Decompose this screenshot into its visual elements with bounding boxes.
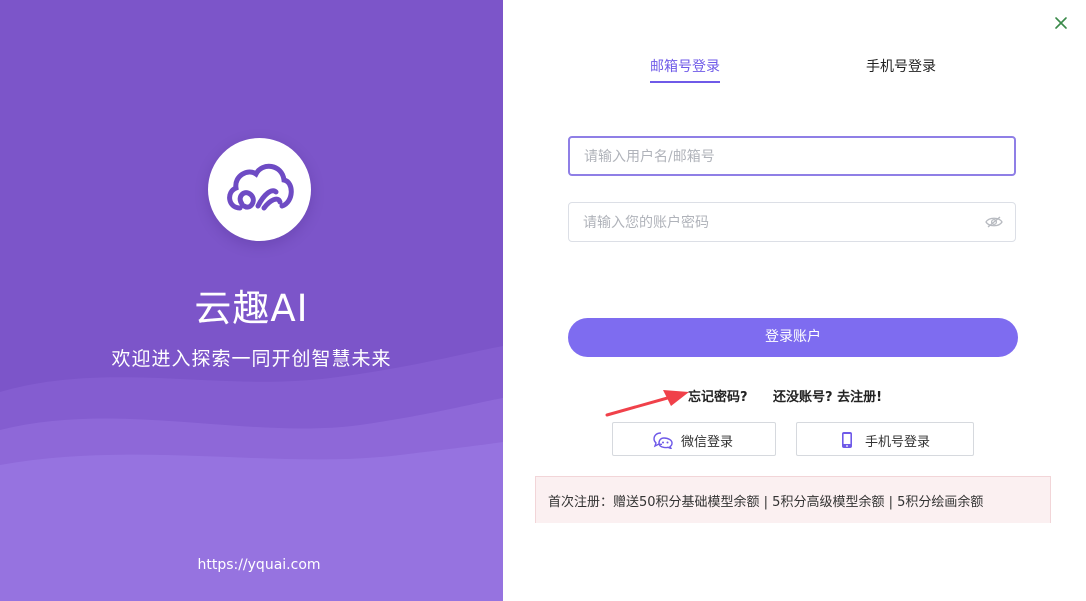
logo xyxy=(208,138,311,241)
eye-icon[interactable] xyxy=(985,215,1003,229)
app-name: 云趣AI xyxy=(194,287,309,330)
site-url[interactable]: https://yquai.com xyxy=(0,557,503,573)
phone-login-label: 手机号登录 xyxy=(865,435,931,450)
tab-email-login[interactable]: 邮箱号登录 xyxy=(650,56,720,76)
username-field[interactable] xyxy=(568,136,1016,176)
wechat-login-button[interactable]: 微信登录 xyxy=(612,422,776,456)
password-input[interactable] xyxy=(581,203,985,243)
brand-panel: 云趣AI 欢迎进入探索一同开创智慧未来 https://yquai.com xyxy=(0,0,503,601)
phone-icon xyxy=(842,432,852,448)
password-field[interactable] xyxy=(568,202,1016,243)
arrow-annotation xyxy=(605,390,689,417)
register-link[interactable]: 还没账号? 去注册! xyxy=(773,386,882,405)
registration-notice-text: 首次注册：赠送50积分基础模型余额 | 5积分高级模型余额 | 5积分绘画余额 xyxy=(548,495,984,510)
registration-notice: 首次注册：赠送50积分基础模型余额 | 5积分高级模型余额 | 5积分绘画余额 xyxy=(535,476,1051,523)
tagline: 欢迎进入探索一同开创智慧未来 xyxy=(111,348,392,370)
close-button[interactable] xyxy=(1051,13,1071,33)
phone-login-button[interactable]: 手机号登录 xyxy=(796,422,974,456)
username-input[interactable] xyxy=(582,138,986,176)
close-icon xyxy=(1055,17,1067,29)
wechat-login-label: 微信登录 xyxy=(681,435,734,450)
cloud-logo-icon xyxy=(227,163,294,211)
login-panel: 邮箱号登录 手机号登录 登录账户 忘记密码? 还没账号? 去注册! 微信登录 xyxy=(503,0,1086,601)
tab-phone-login[interactable]: 手机号登录 xyxy=(866,56,936,76)
forgot-password-link[interactable]: 忘记密码? xyxy=(688,386,748,405)
wechat-icon xyxy=(653,432,673,449)
tab-active-indicator xyxy=(650,81,720,83)
login-submit-button[interactable]: 登录账户 xyxy=(568,318,1018,357)
